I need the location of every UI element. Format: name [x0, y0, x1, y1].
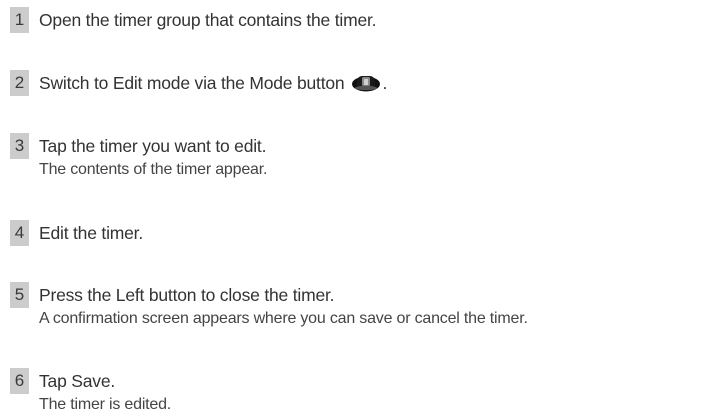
- step-text-6: Tap Save. The timer is edited.: [39, 368, 171, 416]
- step-text-1: Open the timer group that contains the t…: [39, 7, 377, 33]
- step-number-2: 2: [10, 70, 29, 96]
- step-text-3: Tap the timer you want to edit. The cont…: [39, 133, 267, 181]
- step-number-3: 3: [10, 133, 29, 159]
- step-text-5: Press the Left button to close the timer…: [39, 282, 528, 330]
- step-2: 2 Switch to Edit mode via the Mode butto…: [10, 70, 387, 96]
- mode-button-icon: [352, 76, 381, 92]
- step-6: 6 Tap Save. The timer is edited.: [10, 368, 171, 416]
- step-1: 1 Open the timer group that contains the…: [10, 7, 377, 33]
- step-5: 5 Press the Left button to close the tim…: [10, 282, 528, 330]
- step-number-5: 5: [10, 282, 29, 308]
- step-number-4: 4: [10, 220, 29, 246]
- step-title-4: Edit the timer.: [39, 223, 143, 243]
- step-title-3: Tap the timer you want to edit.: [39, 136, 267, 156]
- step-title-2-wrapper: Switch to Edit mode via the Mode button …: [39, 70, 387, 96]
- step-text-2: Switch to Edit mode via the Mode button …: [39, 70, 387, 96]
- step-3: 3 Tap the timer you want to edit. The co…: [10, 133, 267, 181]
- step-title-2-end: .: [382, 73, 388, 93]
- step-title-5: Press the Left button to close the timer…: [39, 285, 335, 305]
- step-number-6: 6: [10, 368, 29, 394]
- step-4: 4 Edit the timer.: [10, 220, 143, 246]
- step-detail-3: The contents of the timer appear.: [39, 161, 268, 178]
- step-detail-6: The timer is edited.: [39, 396, 172, 413]
- step-text-4: Edit the timer.: [39, 220, 143, 246]
- step-title-1: Open the timer group that contains the t…: [39, 10, 377, 30]
- step-detail-5: A confirmation screen appears where you …: [39, 310, 528, 327]
- step-number-1: 1: [10, 7, 29, 33]
- step-title-6: Tap Save.: [39, 371, 116, 391]
- step-title-2: Switch to Edit mode via the Mode button: [39, 73, 345, 93]
